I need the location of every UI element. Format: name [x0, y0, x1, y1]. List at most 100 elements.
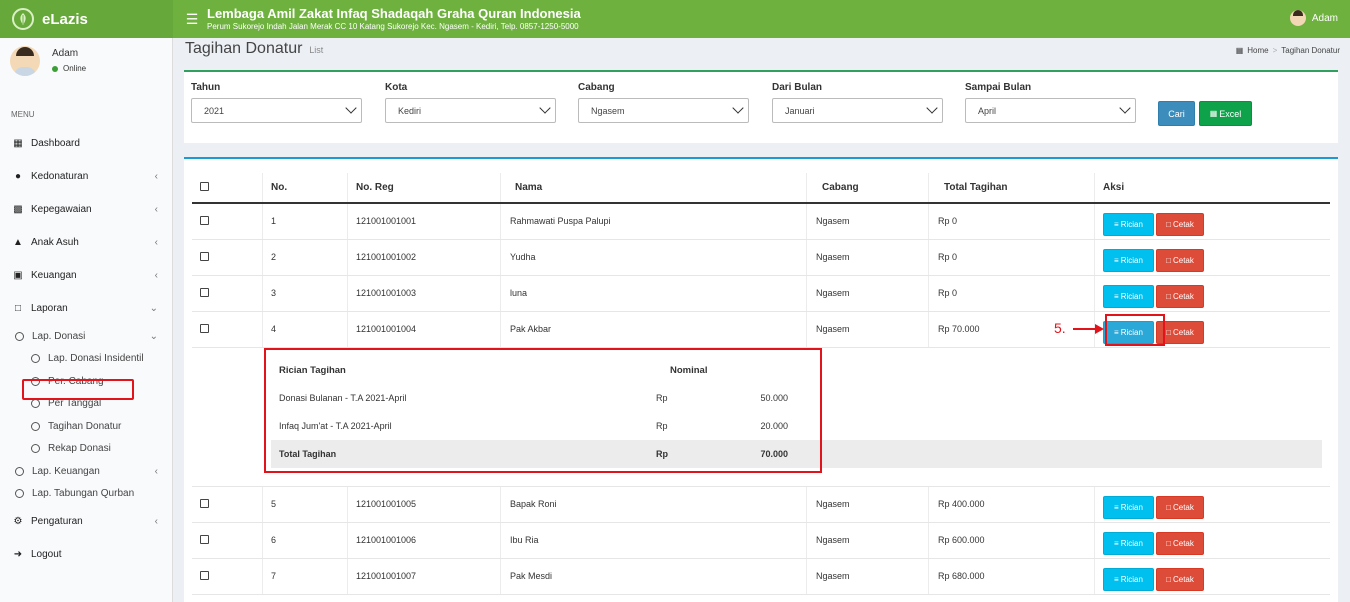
breadcrumb-separator: >	[1272, 46, 1278, 55]
table-row: 3 121001001003 luna Ngasem Rp 0 ≡ Rician …	[192, 276, 1330, 312]
header-cabang: Cabang	[807, 173, 929, 202]
cell-aksi: ≡ Rician □ Cetak	[1095, 204, 1330, 239]
cell-nama: Pak Mesdi	[501, 559, 807, 594]
sidebar-item-anak-asuh[interactable]: ▲ Anak Asuh ‹	[0, 226, 172, 259]
header-aksi: Aksi	[1103, 182, 1125, 193]
cetak-button[interactable]: □ Cetak	[1156, 285, 1204, 308]
sidebar-item-tagihan-donatur[interactable]: Tagihan Donatur	[0, 415, 172, 438]
cell-cabang: Ngasem	[807, 312, 929, 347]
step-label: 5.	[1054, 320, 1066, 336]
select-all-checkbox[interactable]	[200, 182, 209, 191]
sidebar-item-keuangan[interactable]: ▣ Keuangan ‹	[0, 259, 172, 292]
sidebar-item-lap-keuangan[interactable]: Lap. Keuangan ‹	[0, 460, 172, 483]
logout-icon: ➜	[13, 549, 23, 560]
cetak-button[interactable]: □ Cetak	[1156, 213, 1204, 236]
list-icon: ≡	[1114, 256, 1119, 265]
breadcrumb-home[interactable]: Home	[1247, 46, 1268, 55]
chevron-left-icon: ‹	[154, 171, 158, 182]
org-address: Perum Sukorejo Indah Jalan Merak CC 10 K…	[207, 21, 579, 31]
cell-total: Rp 400.000	[929, 487, 1095, 522]
kota-select[interactable]: Kediri	[385, 98, 556, 123]
row-checkbox[interactable]	[200, 252, 209, 261]
row-checkbox[interactable]	[200, 535, 209, 544]
sidebar-item-label: Lap. Tabungan Qurban	[32, 488, 135, 500]
cell-aksi: ≡ Rician □ Cetak	[1095, 487, 1330, 522]
cabang-select[interactable]: Ngasem	[578, 98, 749, 123]
excel-button[interactable]: ▦ Excel	[1199, 101, 1252, 126]
row-checkbox[interactable]	[200, 499, 209, 508]
rician-button[interactable]: ≡ Rician	[1103, 249, 1154, 272]
sampai-bulan-select[interactable]: April	[965, 98, 1136, 123]
cetak-button[interactable]: □ Cetak	[1156, 532, 1204, 555]
filter-sampai-bulan: Sampai Bulan April	[965, 82, 1136, 123]
cetak-button[interactable]: □ Cetak	[1156, 249, 1204, 272]
arrow-right-icon	[1073, 324, 1104, 334]
sidebar-item-pengaturan[interactable]: ⚙ Pengaturan ‹	[0, 505, 172, 538]
cell-no: 1	[263, 204, 348, 239]
status-text: Online	[63, 64, 87, 73]
rician-button[interactable]: ≡ Rician	[1103, 568, 1154, 591]
list-icon: ≡	[1114, 292, 1119, 301]
row-checkbox[interactable]	[200, 324, 209, 333]
sidebar-item-logout[interactable]: ➜ Logout	[0, 538, 172, 571]
cari-button[interactable]: Cari	[1158, 101, 1195, 126]
sidebar-user-name: Adam	[52, 48, 79, 59]
circle-icon	[31, 421, 40, 431]
rician-button[interactable]: ≡ Rician	[1103, 496, 1154, 519]
user-menu[interactable]: Adam	[1289, 10, 1338, 26]
rician-button[interactable]: ≡ Rician	[1103, 285, 1154, 308]
dari-bulan-select[interactable]: Januari	[772, 98, 943, 123]
row-checkbox[interactable]	[200, 288, 209, 297]
breadcrumb: ▦ Home > Tagihan Donatur	[1236, 46, 1340, 55]
cell-total: Rp 680.000	[929, 559, 1095, 594]
app-logo[interactable]: eLazis	[0, 0, 173, 38]
cell-no: 5	[263, 487, 348, 522]
chevron-down-icon	[732, 102, 744, 114]
pdf-icon: □	[1166, 539, 1171, 548]
menu-header: MENU	[11, 110, 35, 119]
sidebar-item-lap-tabungan-qurban[interactable]: Lap. Tabungan Qurban	[0, 483, 172, 506]
circle-icon	[15, 489, 24, 499]
button-label: Cetak	[1172, 220, 1194, 229]
sidebar-item-donasi-insidentil[interactable]: Lap. Donasi Insidentil	[0, 348, 172, 371]
select-value: Januari	[785, 105, 815, 116]
list-icon: ≡	[1114, 220, 1119, 229]
app-name: eLazis	[42, 10, 88, 28]
chevron-left-icon: ‹	[154, 204, 158, 215]
graduation-cap-icon: ▲	[13, 237, 23, 248]
org-info: Lembaga Amil Zakat Infaq Shadaqah Graha …	[207, 6, 581, 33]
rician-button[interactable]: ≡ Rician	[1103, 532, 1154, 555]
tahun-select[interactable]: 2021	[191, 98, 362, 123]
sidebar-item-rekap-donasi[interactable]: Rekap Donasi	[0, 438, 172, 461]
menu-toggle-icon[interactable]: ☰	[177, 11, 207, 28]
checkbox-cell	[192, 559, 263, 594]
chevron-down-icon	[1119, 102, 1131, 114]
header-no: No.	[263, 173, 348, 202]
highlight-box-tagihan	[22, 379, 134, 400]
cetak-button[interactable]: □ Cetak	[1156, 496, 1204, 519]
logo-icon	[12, 8, 34, 30]
sidebar-item-lap-donasi[interactable]: Lap. Donasi ⌄	[0, 325, 172, 348]
chevron-down-icon	[926, 102, 938, 114]
excel-icon: ▦	[1209, 109, 1218, 118]
rician-button[interactable]: ≡ Rician	[1103, 213, 1154, 236]
sidebar-item-kepegawaian[interactable]: ▩ Kepegawaian ‹	[0, 193, 172, 226]
cell-nama: Rahmawati Puspa Palupi	[501, 204, 807, 239]
row-checkbox[interactable]	[200, 216, 209, 225]
sidebar-item-laporan[interactable]: □ Laporan ⌄	[0, 292, 172, 325]
header-noreg: No. Reg	[348, 173, 501, 202]
sidebar-item-label: Lap. Donasi Insidentil	[48, 353, 144, 365]
button-label: Cetak	[1172, 575, 1194, 584]
button-label: Cetak	[1172, 539, 1194, 548]
cell-cabang: Ngasem	[807, 276, 929, 311]
table-row: 5 121001001005 Bapak Roni Ngasem Rp 400.…	[192, 487, 1330, 523]
grid-icon: ▦	[13, 138, 23, 149]
sidebar-item-label: Keuangan	[31, 270, 77, 281]
chevron-left-icon: ‹	[154, 465, 158, 477]
cetak-button[interactable]: □ Cetak	[1156, 568, 1204, 591]
sidebar-item-label: Rekap Donasi	[48, 443, 111, 455]
row-checkbox[interactable]	[200, 571, 209, 580]
sidebar-item-dashboard[interactable]: ▦ Dashboard	[0, 127, 172, 160]
checkbox-cell	[192, 487, 263, 522]
sidebar-item-kedonaturan[interactable]: ● Kedonaturan ‹	[0, 160, 172, 193]
